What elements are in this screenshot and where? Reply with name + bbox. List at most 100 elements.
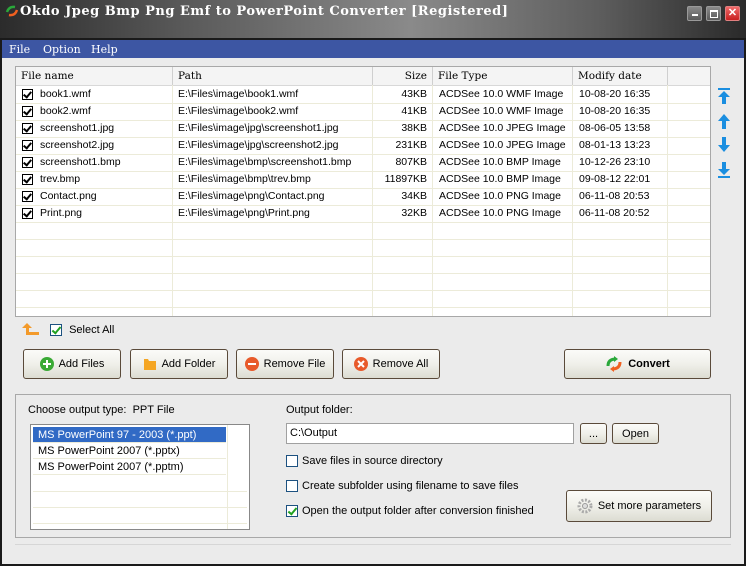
gear-icon: [577, 498, 593, 514]
empty-row: [16, 256, 710, 274]
file-path: E:\Files\image\bmp\screenshot1.bmp: [178, 156, 352, 168]
option-checkbox[interactable]: Save files in source directory: [286, 455, 443, 468]
file-path: E:\Files\image\jpg\screenshot1.jpg: [178, 122, 339, 134]
file-name: book1.wmf: [40, 88, 91, 100]
remove-all-button[interactable]: Remove All: [342, 349, 440, 379]
file-row[interactable]: book1.wmf E:\Files\image\book1.wmf 43KB ACD…: [16, 86, 710, 104]
select-all-checkbox[interactable]: Select All: [50, 324, 115, 337]
add-folder-label: Add Folder: [161, 358, 216, 370]
file-size: 11897KB: [384, 173, 427, 185]
file-size: 231KB: [395, 139, 427, 151]
remove-file-button[interactable]: Remove File: [236, 349, 334, 379]
add-folder-button[interactable]: Add Folder: [130, 349, 228, 379]
file-list[interactable]: File name Path Size File Type Modify dat…: [15, 66, 711, 317]
output-type-label: Choose output type: PPT File: [28, 404, 175, 416]
file-path: E:\Files\image\png\Print.png: [178, 207, 310, 219]
column-modify-date[interactable]: Modify date: [573, 67, 668, 85]
menu-bar: File Option Help: [2, 40, 744, 58]
menu-option[interactable]: Option: [43, 43, 81, 56]
row-checkbox[interactable]: [22, 140, 33, 151]
output-folder-input[interactable]: C:\Output: [286, 423, 574, 444]
add-files-button[interactable]: Add Files: [23, 349, 121, 379]
file-row[interactable]: book2.wmf E:\Files\image\book2.wmf 41KB ACD…: [16, 103, 710, 121]
move-bottom-icon[interactable]: [717, 162, 731, 178]
menu-file[interactable]: File: [9, 43, 30, 56]
file-row[interactable]: Contact.png E:\Files\image\png\Contact.pn…: [16, 188, 710, 206]
output-type-value: PPT File: [132, 404, 175, 416]
row-checkbox[interactable]: [22, 123, 33, 134]
minimize-icon: [691, 14, 698, 16]
file-list-header: File name Path Size File Type Modify dat…: [16, 67, 710, 86]
row-checkbox[interactable]: [22, 191, 33, 202]
file-date: 06-11-08 20:53: [579, 190, 650, 202]
option-box[interactable]: [286, 505, 298, 518]
option-box[interactable]: [286, 455, 298, 468]
remove-all-label: Remove All: [372, 358, 429, 370]
output-type-list[interactable]: MS PowerPoint 97 - 2003 (*.ppt) MS PowerP…: [30, 424, 250, 530]
file-date: 10-08-20 16:35: [579, 88, 651, 100]
move-down-icon[interactable]: [717, 137, 731, 153]
file-path: E:\Files\image\jpg\screenshot2.jpg: [178, 139, 339, 151]
remove-file-label: Remove File: [263, 358, 326, 370]
file-type: ACDSee 10.0 JPEG Image: [439, 122, 566, 134]
option-label: Save files in source directory: [302, 455, 443, 468]
convert-button[interactable]: Convert: [564, 349, 711, 379]
maximize-button[interactable]: [706, 6, 721, 21]
empty-row: [16, 273, 710, 291]
file-date: 09-08-12 22:01: [579, 173, 651, 185]
option-label: Open the output folder after conversion …: [302, 505, 534, 518]
title-bar[interactable]: Okdo Jpeg Bmp Png Emf to PowerPoint Conv…: [0, 0, 746, 38]
maximize-icon: [709, 9, 718, 18]
row-checkbox[interactable]: [22, 157, 33, 168]
row-checkbox[interactable]: [22, 106, 33, 117]
empty-row: [16, 290, 710, 308]
output-type-option[interactable]: MS PowerPoint 97 - 2003 (*.ppt): [33, 427, 226, 443]
output-type-option[interactable]: MS PowerPoint 2007 (*.pptm): [33, 459, 226, 475]
folder-icon: [143, 359, 156, 370]
option-box[interactable]: [286, 480, 298, 493]
row-checkbox[interactable]: [22, 174, 33, 185]
output-options-panel: Choose output type: PPT File MS PowerPoi…: [15, 394, 731, 538]
menu-help[interactable]: Help: [91, 43, 118, 56]
column-file-type[interactable]: File Type: [433, 67, 573, 85]
file-row[interactable]: screenshot1.bmp E:\Files\image\bmp\screen…: [16, 154, 710, 172]
file-path: E:\Files\image\bmp\trev.bmp: [178, 173, 311, 185]
close-button[interactable]: ✕: [725, 6, 740, 21]
file-name: Print.png: [40, 207, 83, 219]
select-all-label: Select All: [69, 324, 115, 337]
file-size: 807KB: [395, 156, 427, 168]
remove-all-icon: [353, 357, 368, 371]
minimize-button[interactable]: [687, 6, 702, 21]
row-checkbox[interactable]: [22, 89, 33, 100]
select-all-box[interactable]: [50, 324, 62, 337]
file-size: 43KB: [401, 88, 427, 100]
output-type-option[interactable]: MS PowerPoint 2007 (*.pptx): [33, 443, 226, 459]
file-path: E:\Files\image\book2.wmf: [178, 105, 299, 117]
empty-row: [16, 239, 710, 257]
column-size[interactable]: Size: [373, 67, 433, 85]
file-type: ACDSee 10.0 WMF Image: [439, 88, 564, 100]
row-checkbox[interactable]: [22, 208, 33, 219]
browse-button[interactable]: ...: [580, 423, 607, 444]
option-checkbox[interactable]: Open the output folder after conversion …: [286, 505, 534, 518]
file-date: 08-06-05 13:58: [579, 122, 651, 134]
open-folder-button[interactable]: Open: [612, 423, 659, 444]
close-icon: ✕: [727, 7, 738, 19]
file-row[interactable]: screenshot2.jpg E:\Files\image\jpg\screen…: [16, 137, 710, 155]
remove-icon: [244, 357, 259, 371]
file-row[interactable]: Print.png E:\Files\image\png\Print.png 32K…: [16, 205, 710, 223]
move-top-icon[interactable]: [717, 88, 731, 104]
column-path[interactable]: Path: [173, 67, 373, 85]
file-row[interactable]: trev.bmp E:\Files\image\bmp\trev.bmp 11897…: [16, 171, 710, 189]
column-file-name[interactable]: File name: [16, 67, 173, 85]
move-up-icon[interactable]: [717, 113, 731, 129]
parent-folder-up-icon[interactable]: [22, 322, 40, 336]
file-type: ACDSee 10.0 PNG Image: [439, 207, 561, 219]
option-checkbox[interactable]: Create subfolder using filename to save …: [286, 480, 518, 493]
file-type: ACDSee 10.0 JPEG Image: [439, 139, 566, 151]
file-row[interactable]: screenshot1.jpg E:\Files\image\jpg\screen…: [16, 120, 710, 138]
set-more-parameters-label: Set more parameters: [597, 500, 702, 512]
file-name: screenshot1.bmp: [40, 156, 121, 168]
add-icon: [39, 357, 54, 371]
set-more-parameters-button[interactable]: Set more parameters: [566, 490, 712, 522]
